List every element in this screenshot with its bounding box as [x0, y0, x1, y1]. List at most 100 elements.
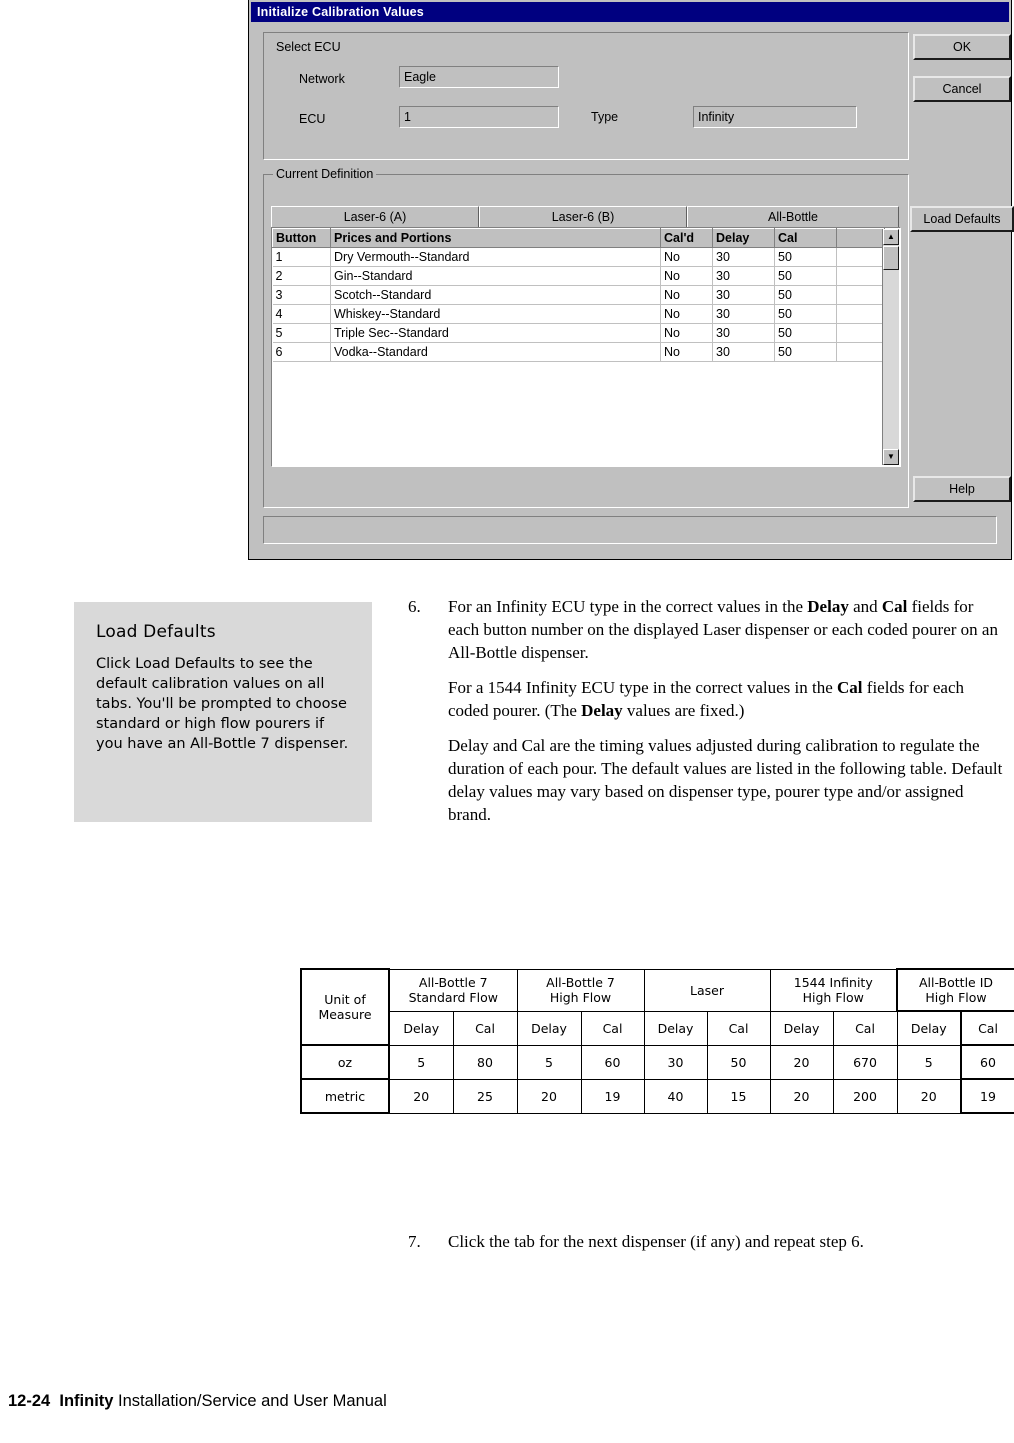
default-values-table: Unit of Measure All-Bottle 7 Standard Fl… — [300, 968, 1014, 1114]
oz-abid-cal: 60 — [959, 1044, 1014, 1080]
table-row[interactable]: 2 Gin--Standard No 30 50 — [272, 266, 885, 286]
cell-cal[interactable]: 50 — [774, 285, 837, 305]
para2-part3: values are fixed.) — [622, 701, 745, 720]
subhead-cal-3: Cal — [706, 1010, 771, 1046]
cell-delay[interactable]: 30 — [712, 266, 775, 286]
tab-laser-6-a[interactable]: Laser-6 (A) — [271, 206, 479, 228]
ecu-input[interactable]: 1 — [399, 106, 559, 128]
grid-scrollbar[interactable]: ▲ ▼ — [882, 229, 899, 465]
subhead-delay-1: Delay — [388, 1010, 454, 1046]
table-row[interactable]: 6 Vodka--Standard No 30 50 — [272, 342, 885, 362]
cell-blank — [836, 342, 885, 362]
metric-laser-cal: 15 — [706, 1078, 771, 1114]
para2-part1: For a 1544 Infinity ECU type in the corr… — [448, 678, 838, 697]
cell-cal[interactable]: 50 — [774, 323, 837, 343]
tab-all-bottle[interactable]: All-Bottle — [687, 206, 899, 228]
step-6-text: For an Infinity ECU type in the correct … — [448, 595, 1008, 664]
cell-cal[interactable]: 50 — [774, 266, 837, 286]
group-header-line2: High Flow — [802, 990, 864, 1005]
footer-page-number: 12-24 — [8, 1392, 51, 1410]
subhead-cal-2: Cal — [580, 1010, 645, 1046]
cell-cald: No — [660, 247, 713, 267]
note-body: Click Load Defaults to see the default c… — [96, 656, 349, 752]
cell-button: 6 — [272, 342, 331, 362]
cell-cal[interactable]: 50 — [774, 304, 837, 324]
col-button: Button — [272, 228, 331, 248]
col-cald: Cal'd — [660, 228, 713, 248]
cell-button: 3 — [272, 285, 331, 305]
window-title: Initialize Calibration Values — [251, 2, 1009, 22]
para2-bold-delay: Delay — [581, 701, 623, 720]
table-group-header-row: Unit of Measure All-Bottle 7 Standard Fl… — [300, 968, 1014, 1046]
col-delay: Delay — [712, 228, 775, 248]
corner-line1: Unit of Measure — [318, 992, 372, 1022]
oz-1544-delay: 20 — [769, 1044, 834, 1080]
table-row-oz: oz 5 80 5 60 30 50 20 670 5 60 — [300, 1044, 1014, 1080]
corner-unit-of-measure: Unit of Measure — [300, 968, 390, 1046]
load-defaults-note: Load Defaults Click Load Defaults to see… — [74, 602, 372, 822]
cell-blank — [836, 285, 885, 305]
cell-blank — [836, 266, 885, 286]
metric-ab7std-delay: 20 — [388, 1078, 454, 1114]
scroll-up-icon[interactable]: ▲ — [883, 229, 899, 245]
table-row[interactable]: 5 Triple Sec--Standard No 30 50 — [272, 323, 885, 343]
oz-laser-cal: 50 — [706, 1044, 771, 1080]
row-label-metric: metric — [300, 1078, 390, 1114]
group-header-1544-infinity-high: 1544 Infinity High Flow — [769, 968, 898, 1012]
table-row[interactable]: 3 Scotch--Standard No 30 50 — [272, 285, 885, 305]
help-button[interactable]: Help — [913, 476, 1011, 502]
scroll-down-icon[interactable]: ▼ — [883, 449, 899, 465]
cell-cal[interactable]: 50 — [774, 247, 837, 267]
para2-bold-cal: Cal — [837, 678, 863, 697]
oz-ab7high-cal: 60 — [580, 1044, 645, 1080]
load-defaults-button[interactable]: Load Defaults — [910, 206, 1014, 232]
type-label: Type — [591, 110, 619, 124]
col-prices-portions: Prices and Portions — [330, 228, 661, 248]
scrollbar-thumb[interactable] — [883, 246, 899, 270]
cell-delay[interactable]: 30 — [712, 285, 775, 305]
network-input[interactable]: Eagle — [399, 66, 559, 88]
cell-button: 5 — [272, 323, 331, 343]
cell-prices: Scotch--Standard — [330, 285, 661, 305]
ok-button[interactable]: OK — [913, 34, 1011, 60]
tab-laser-6-b[interactable]: Laser-6 (B) — [479, 206, 687, 228]
cell-prices: Triple Sec--Standard — [330, 323, 661, 343]
cancel-button[interactable]: Cancel — [913, 76, 1011, 102]
group-header-line1: Laser — [690, 982, 724, 998]
cell-delay[interactable]: 30 — [712, 342, 775, 362]
cell-delay[interactable]: 30 — [712, 323, 775, 343]
table-row-metric: metric 20 25 20 19 40 15 20 200 20 19 — [300, 1078, 1014, 1114]
step-7: 7. Click the tab for the next dispenser … — [408, 1230, 1008, 1253]
group-header-line2: High Flow — [549, 990, 612, 1005]
subhead-cal-1: Cal — [452, 1010, 518, 1046]
cell-cal[interactable]: 50 — [774, 342, 837, 362]
subhead-delay-2: Delay — [516, 1010, 582, 1046]
subhead-delay-3: Delay — [643, 1010, 708, 1046]
table-row[interactable]: 1 Dry Vermouth--Standard No 30 50 — [272, 247, 885, 267]
cell-delay[interactable]: 30 — [712, 304, 775, 324]
oz-abid-delay: 5 — [896, 1044, 962, 1080]
cell-cald: No — [660, 342, 713, 362]
step-6-bold-delay: Delay — [807, 597, 849, 616]
calibration-grid[interactable]: Button Prices and Portions Cal'd Delay C… — [271, 227, 901, 467]
select-ecu-groupbox — [263, 32, 909, 160]
metric-ab7high-delay: 20 — [516, 1078, 582, 1114]
dispenser-tabstrip: Laser-6 (A) Laser-6 (B) All-Bottle — [271, 206, 901, 228]
oz-ab7high-delay: 5 — [516, 1044, 582, 1080]
default-values-table-wrapper: Unit of Measure All-Bottle 7 Standard Fl… — [300, 968, 1014, 1114]
network-label: Network — [299, 72, 345, 86]
table-row[interactable]: 4 Whiskey--Standard No 30 50 — [272, 304, 885, 324]
step-7-text: Click the tab for the next dispenser (if… — [448, 1232, 864, 1251]
instruction-step-7: 7. Click the tab for the next dispenser … — [408, 1230, 1008, 1265]
row-label-oz: oz — [300, 1044, 390, 1080]
metric-laser-delay: 40 — [643, 1078, 708, 1114]
type-input[interactable]: Infinity — [693, 106, 857, 128]
step-6: 6. For an Infinity ECU type in the corre… — [408, 595, 1008, 664]
cell-button: 1 — [272, 247, 331, 267]
group-header-line1: All-Bottle 7 — [546, 975, 615, 990]
cell-prices: Gin--Standard — [330, 266, 661, 286]
col-blank — [836, 228, 885, 248]
paragraph-delay-cal-description: Delay and Cal are the timing values adju… — [448, 736, 1003, 824]
footer-product: Infinity — [59, 1392, 114, 1410]
cell-delay[interactable]: 30 — [712, 247, 775, 267]
